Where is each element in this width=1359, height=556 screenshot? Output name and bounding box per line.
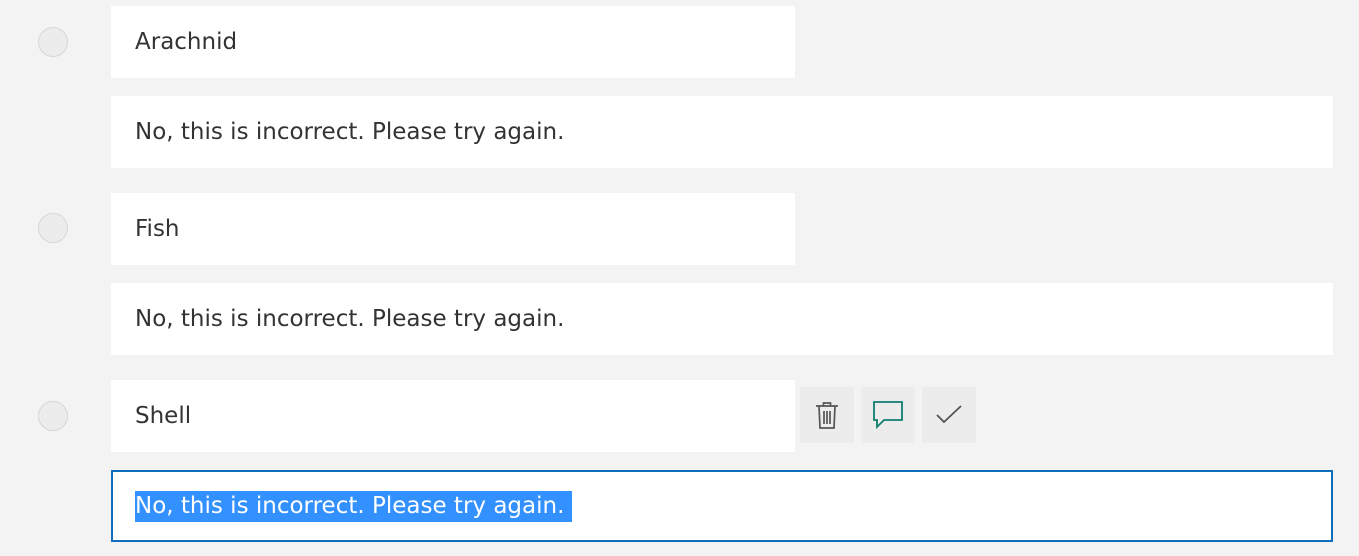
option-radio-1[interactable] bbox=[38, 27, 68, 57]
feedback-field-3[interactable]: No, this is incorrect. Please try again. bbox=[111, 470, 1333, 542]
mark-correct-button[interactable] bbox=[922, 387, 976, 443]
comment-icon bbox=[873, 401, 903, 430]
trash-icon bbox=[816, 402, 838, 429]
option-radio-3[interactable] bbox=[38, 401, 68, 431]
option-text-2: Fish bbox=[135, 216, 180, 242]
option-radio-2[interactable] bbox=[38, 213, 68, 243]
option-text-1: Arachnid bbox=[135, 29, 238, 55]
feedback-text-1: No, this is incorrect. Please try again. bbox=[135, 119, 565, 145]
option-field-1[interactable]: Arachnid bbox=[111, 6, 795, 78]
feedback-field-2[interactable]: No, this is incorrect. Please try again. bbox=[111, 283, 1333, 355]
add-feedback-button[interactable] bbox=[861, 387, 915, 443]
feedback-text-2: No, this is incorrect. Please try again. bbox=[135, 306, 565, 332]
option-field-2[interactable]: Fish bbox=[111, 193, 795, 265]
feedback-text-3: No, this is incorrect. Please try again. bbox=[135, 490, 573, 522]
checkmark-icon bbox=[936, 405, 962, 424]
delete-option-button[interactable] bbox=[800, 387, 854, 443]
feedback-field-1[interactable]: No, this is incorrect. Please try again. bbox=[111, 96, 1333, 168]
option-field-3[interactable]: Shell bbox=[111, 380, 795, 452]
option-text-3: Shell bbox=[135, 403, 192, 429]
